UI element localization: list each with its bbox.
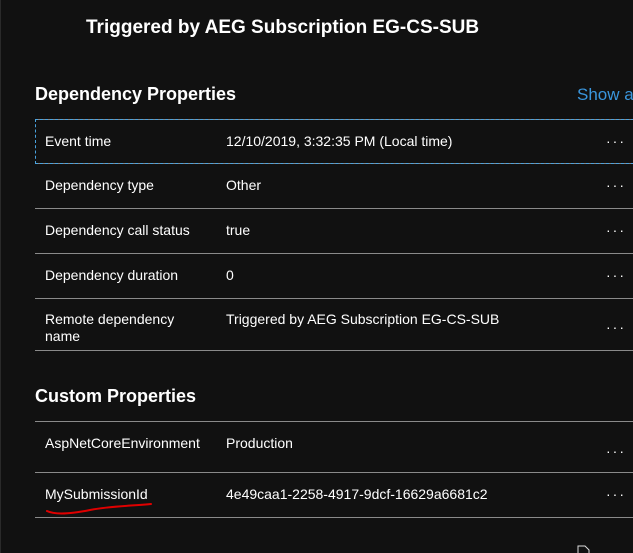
property-name: Dependency call status (45, 222, 190, 238)
custom-properties-header: Custom Properties (35, 386, 197, 406)
property-value: 0 (226, 267, 234, 283)
more-options-icon[interactable]: ··· (606, 267, 626, 283)
property-value: true (226, 222, 251, 238)
property-name: AspNetCoreEnvironment (45, 435, 200, 451)
red-annotation-underline (46, 503, 152, 515)
more-options-icon[interactable]: ··· (606, 177, 626, 193)
property-value: 4e49caa1-2258-4917-9dcf-16629a6681c2 (226, 486, 488, 502)
property-value: 12/10/2019, 3:32:35 PM (Local time) (226, 133, 453, 149)
mouse-cursor-icon (577, 545, 590, 553)
more-options-icon[interactable]: ··· (606, 443, 626, 459)
property-name: Event time (45, 133, 112, 149)
more-options-icon[interactable]: ··· (606, 133, 626, 149)
table-row[interactable]: AspNetCoreEnvironment Production ··· (35, 421, 633, 473)
property-name: Remote dependency name (45, 311, 175, 344)
table-row[interactable]: Event time 12/10/2019, 3:32:35 PM (Local… (35, 119, 633, 164)
property-name: Dependency type (45, 177, 154, 193)
details-panel: Triggered by AEG Subscription EG-CS-SUB … (0, 0, 633, 553)
property-value: Other (226, 177, 262, 193)
property-value: Production (226, 435, 293, 451)
table-row[interactable]: Dependency type Other ··· (35, 164, 633, 209)
show-all-link[interactable]: Show a (577, 85, 633, 105)
property-value: Triggered by AEG Subscription EG-CS-SUB (226, 311, 500, 327)
table-row[interactable]: Remote dependency name Triggered by AEG … (35, 299, 633, 351)
page-title: Triggered by AEG Subscription EG-CS-SUB (86, 17, 480, 38)
table-row[interactable]: Dependency call status true ··· (35, 209, 633, 254)
more-options-icon[interactable]: ··· (606, 319, 626, 335)
property-name: Dependency duration (45, 267, 179, 283)
more-options-icon[interactable]: ··· (606, 222, 626, 238)
table-row[interactable]: Dependency duration 0 ··· (35, 254, 633, 299)
dependency-properties-table: Event time 12/10/2019, 3:32:35 PM (Local… (35, 119, 633, 351)
more-options-icon[interactable]: ··· (606, 486, 626, 502)
dependency-properties-header: Dependency Properties (35, 84, 237, 104)
